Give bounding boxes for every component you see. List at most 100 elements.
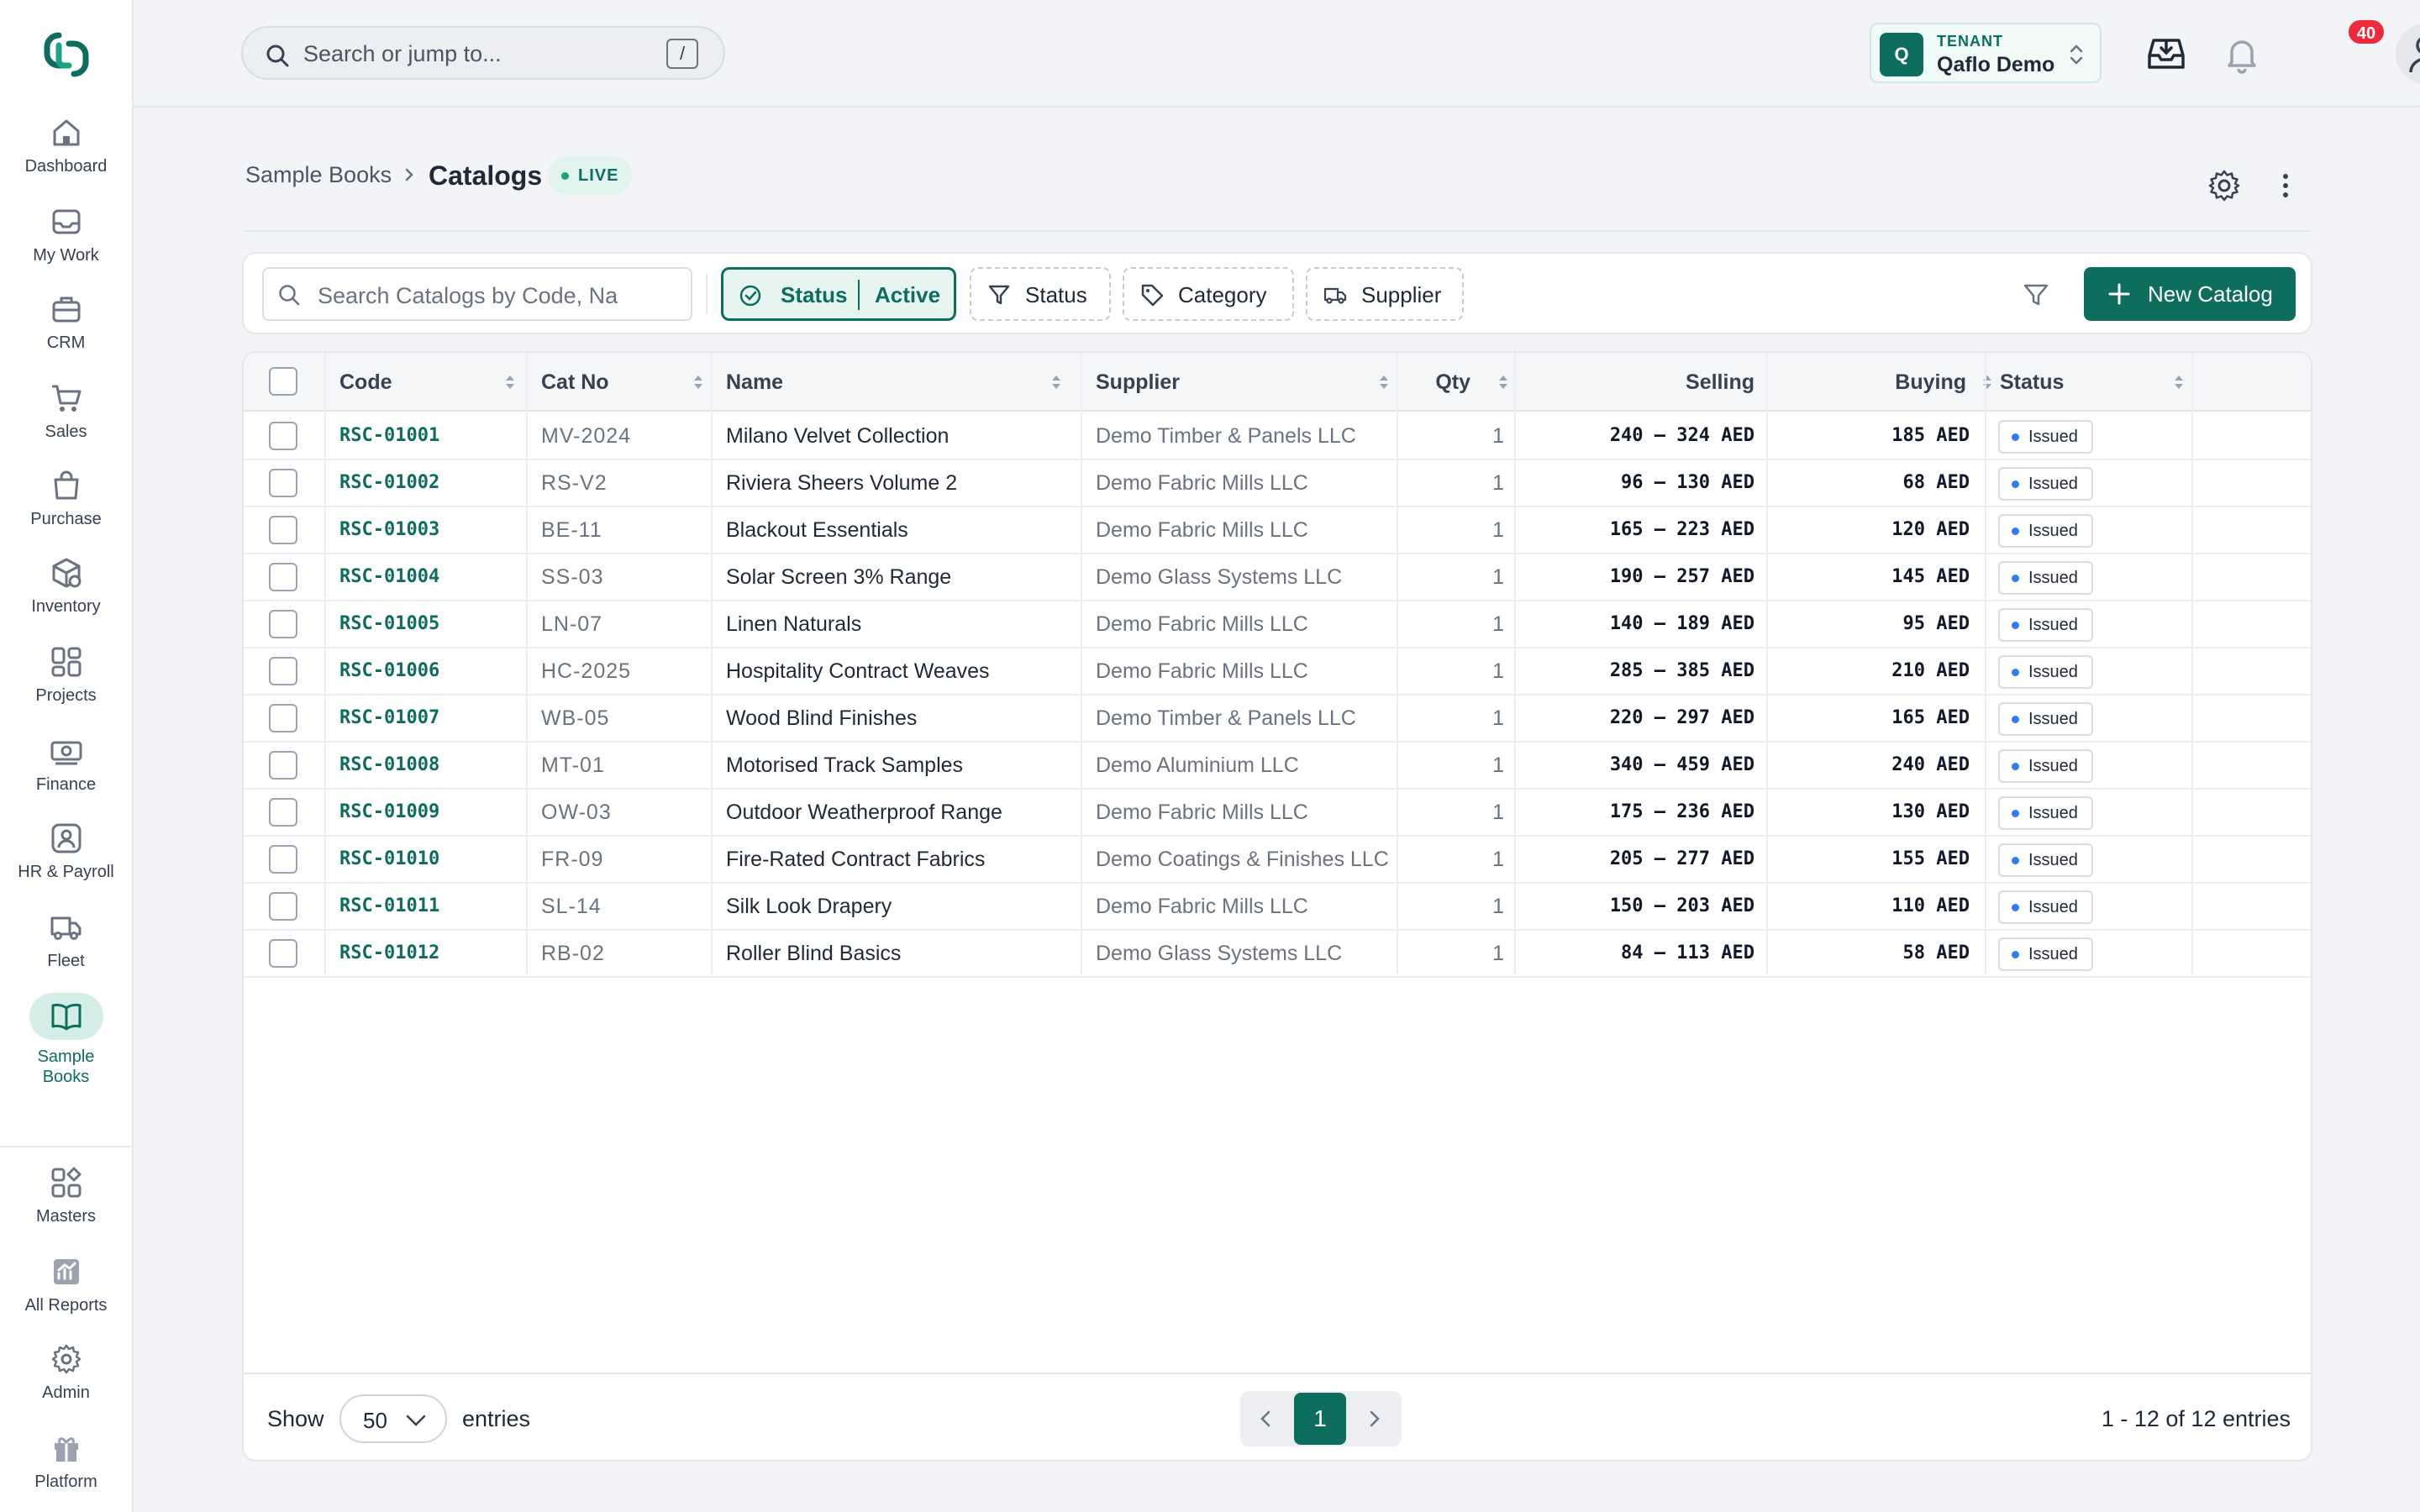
table-row[interactable]: RSC-01001 MV-2024 Milano Velvet Collection…	[244, 413, 2311, 460]
row-checkbox[interactable]	[269, 610, 297, 638]
column-label: Name	[726, 370, 784, 394]
table-row[interactable]: RSC-01006 HC-2025 Hospitality Contract Wea…	[244, 648, 2311, 696]
cell-code[interactable]: RSC-01009	[339, 790, 439, 837]
table-row[interactable]: RSC-01005 LN-07 Linen Naturals Demo Fabric …	[244, 601, 2311, 648]
sidebar-item-masters[interactable]: Masters	[0, 1164, 132, 1226]
cell-code[interactable]: RSC-01001	[339, 413, 439, 460]
catalog-search-input[interactable]: Search Catalogs by Code, Na	[262, 267, 692, 321]
sidebar-item-finance[interactable]: Finance	[0, 732, 132, 795]
table-row[interactable]: RSC-01003 BE-11 Blackout Essentials Demo Fa…	[244, 507, 2311, 554]
column-header-status[interactable]: Status	[2000, 353, 2185, 412]
column-label: Qty	[1435, 370, 1470, 394]
row-checkbox[interactable]	[269, 704, 297, 732]
row-checkbox[interactable]	[269, 657, 297, 685]
table-row[interactable]: RSC-01002 RS-V2 Riviera Sheers Volume 2 Dem…	[244, 460, 2311, 507]
sidebar-item-crm[interactable]: CRM	[0, 291, 132, 353]
settings-gear-icon[interactable]	[2206, 167, 2243, 204]
sidebar-item-all-reports[interactable]: All Reports	[0, 1253, 132, 1315]
column-header-cat-no[interactable]: Cat No	[541, 353, 718, 412]
sidebar-item-inventory[interactable]: Inventory	[0, 554, 132, 617]
more-vertical-icon[interactable]	[2267, 167, 2304, 204]
row-checkbox[interactable]	[269, 563, 297, 591]
sidebar-item-fleet[interactable]: Fleet	[0, 909, 132, 971]
sidebar-item-sales[interactable]: Sales	[0, 380, 132, 442]
sidebar-item-dashboard[interactable]: Dashboard	[0, 114, 132, 176]
banknote-icon	[48, 732, 85, 769]
sidebar-item-my-work[interactable]: My Work	[0, 203, 132, 265]
status-pill: Issued	[1998, 749, 2093, 783]
filter-chip-category[interactable]: Category	[1123, 267, 1294, 321]
table-row[interactable]: RSC-01010 FR-09 Fire-Rated Contract Fabric…	[244, 837, 2311, 884]
column-header-name[interactable]: Name	[726, 353, 1062, 412]
next-page-icon[interactable]	[1363, 1408, 1385, 1430]
gear-icon	[48, 1341, 85, 1378]
sidebar-item-admin[interactable]: Admin	[0, 1341, 132, 1403]
tenant-switcher[interactable]: Q TENANT Qaflo Demo	[1870, 23, 2102, 83]
cell-code[interactable]: RSC-01006	[339, 648, 439, 696]
row-checkbox[interactable]	[269, 798, 297, 827]
sort-icon	[1499, 375, 1507, 389]
bell-icon[interactable]	[2218, 30, 2265, 77]
filter-chip-supplier[interactable]: Supplier	[1306, 267, 1464, 321]
page-size-select[interactable]: 50	[339, 1394, 447, 1443]
active-filter-status[interactable]: Status Active	[721, 267, 956, 321]
chevron-down-icon	[406, 1415, 426, 1426]
cell-code[interactable]: RSC-01012	[339, 931, 439, 978]
table-row[interactable]: RSC-01004 SS-03 Solar Screen 3% Range Demo …	[244, 554, 2311, 601]
cell-code[interactable]: RSC-01011	[339, 884, 439, 931]
cell-code[interactable]: RSC-01005	[339, 601, 439, 648]
new-catalog-button[interactable]: New Catalog	[2084, 267, 2296, 321]
row-checkbox[interactable]	[269, 422, 297, 450]
sidebar-item-projects[interactable]: Projects	[0, 643, 132, 706]
filter-chip-status[interactable]: Status	[970, 267, 1111, 321]
sidebar-item-purchase[interactable]: Purchase	[0, 467, 132, 529]
filter-label: Status	[781, 282, 848, 307]
column-header-code[interactable]: Code	[339, 353, 529, 412]
user-avatar[interactable]	[2396, 24, 2420, 84]
app-logo[interactable]	[40, 29, 92, 81]
global-search-input[interactable]: Search or jump to... /	[241, 26, 725, 80]
column-header-selling[interactable]: Selling	[1521, 353, 1754, 412]
tenant-label: TENANT	[1937, 33, 2003, 50]
column-header-qty[interactable]: Qty	[1412, 353, 1516, 412]
prev-page-icon[interactable]	[1255, 1408, 1277, 1430]
table-row[interactable]: RSC-01008 MT-01 Motorised Track Samples Dem…	[244, 743, 2311, 790]
row-checkbox[interactable]	[269, 939, 297, 968]
cell-selling: 175 – 236 AED	[1609, 801, 1754, 822]
inbox-tray-icon[interactable]	[2143, 30, 2190, 77]
cell-supplier: Demo Fabric Mills LLC	[1096, 895, 1308, 918]
breadcrumb-sample-books[interactable]: Sample Books	[245, 162, 392, 188]
cell-code[interactable]: RSC-01004	[339, 554, 439, 601]
cell-code[interactable]: RSC-01002	[339, 460, 439, 507]
row-checkbox[interactable]	[269, 516, 297, 544]
table-row[interactable]: RSC-01012 RB-02 Roller Blind Basics Demo Gl…	[244, 931, 2311, 978]
sidebar-item-hr-payroll[interactable]: HR & Payroll	[0, 820, 132, 882]
sidebar-item-sample-books[interactable]: Sample Books	[0, 993, 132, 1087]
cell-buying: 185 AED	[1891, 425, 1970, 446]
filter-icon[interactable]	[2022, 281, 2050, 309]
cell-code[interactable]: RSC-01003	[339, 507, 439, 554]
table-row[interactable]: RSC-01007 WB-05 Wood Blind Finishes Demo Ti…	[244, 696, 2311, 743]
column-header-supplier[interactable]: Supplier	[1096, 353, 1398, 412]
briefcase-icon	[48, 291, 85, 328]
cell-code[interactable]: RSC-01010	[339, 837, 439, 884]
cell-selling: 150 – 203 AED	[1609, 895, 1754, 916]
page-button-current[interactable]: 1	[1294, 1393, 1346, 1445]
sidebar-item-platform[interactable]: Platform	[0, 1430, 132, 1492]
table-row[interactable]: RSC-01011 SL-14 Silk Look Drapery Demo Fabr…	[244, 884, 2311, 931]
cell-code[interactable]: RSC-01007	[339, 696, 439, 743]
cell-qty: 1	[1492, 942, 1504, 965]
row-checkbox[interactable]	[269, 892, 297, 921]
sidebar-item-label: Masters	[35, 1207, 97, 1226]
cell-code[interactable]: RSC-01008	[339, 743, 439, 790]
row-checkbox[interactable]	[269, 751, 297, 780]
table-row[interactable]: RSC-01009 OW-03 Outdoor Weatherproof Range…	[244, 790, 2311, 837]
row-checkbox[interactable]	[269, 469, 297, 497]
sidebar-item-label: Platform	[34, 1473, 97, 1491]
column-header-buying[interactable]: Buying	[1771, 353, 2003, 412]
row-checkbox[interactable]	[269, 845, 297, 874]
cell-buying: 130 AED	[1891, 801, 1970, 822]
sidebar-item-label: All Reports	[24, 1296, 108, 1315]
select-all-checkbox[interactable]	[269, 367, 297, 396]
status-pill: Issued	[1998, 796, 2093, 830]
